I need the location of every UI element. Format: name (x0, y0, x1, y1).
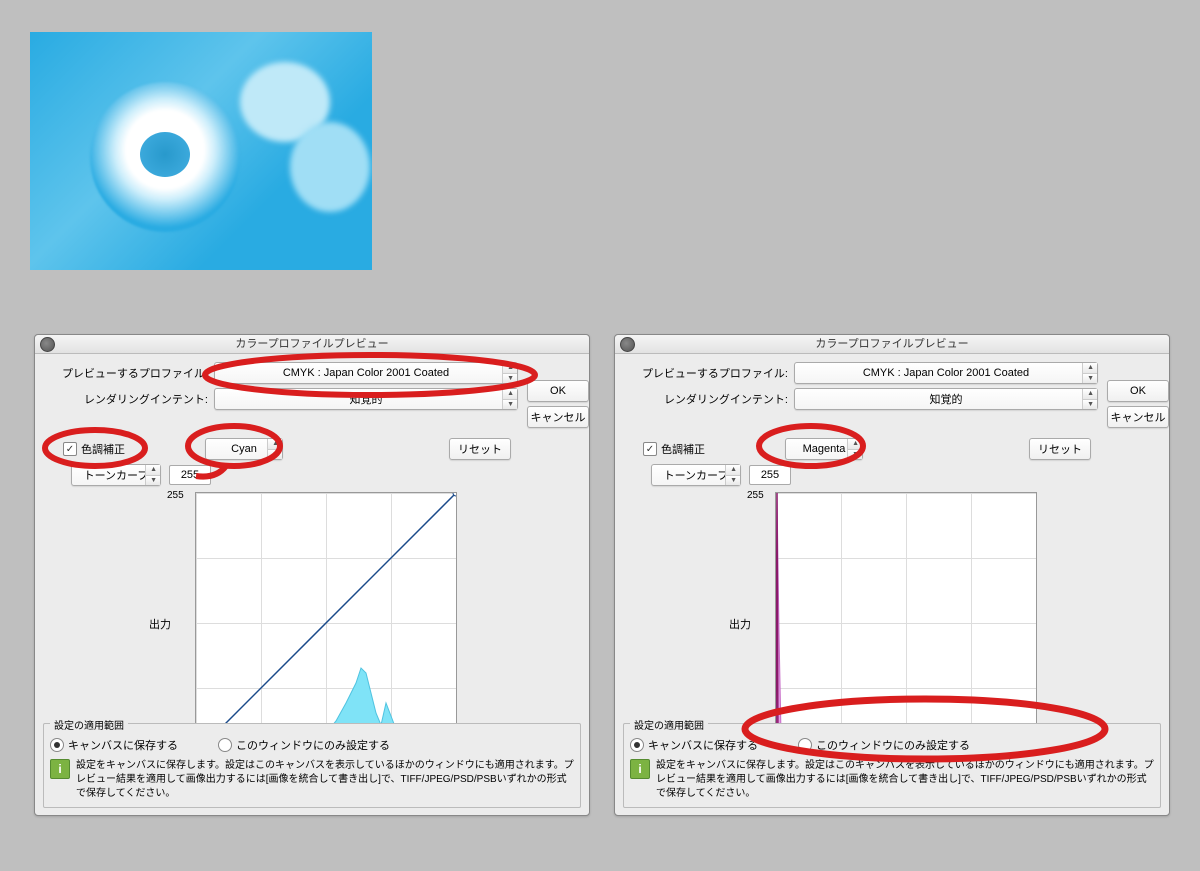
profile-label: プレビューするプロファイル: (623, 365, 794, 381)
tone-curve-dropdown[interactable]: トーンカーブ ▲▼ (651, 464, 741, 486)
info-icon: i (630, 759, 650, 779)
annotation-profile (200, 350, 550, 400)
close-icon[interactable] (40, 337, 55, 352)
annotation-channel-right (756, 424, 876, 472)
intent-value: 知覚的 (930, 391, 963, 407)
info-text: 設定をキャンバスに保存します。設定はこのキャンバスを表示しているほかのウィンドウ… (656, 759, 1154, 801)
profile-value: CMYK : Japan Color 2001 Coated (863, 367, 1029, 379)
dialog-title: カラープロファイルプレビュー (615, 335, 1169, 354)
annotation-tonecorr (40, 426, 150, 470)
tone-correction-label: 色調補正 (661, 441, 705, 457)
reset-button[interactable]: リセット (1029, 438, 1091, 460)
y-axis-label: 出力 (149, 616, 171, 632)
profile-label: プレビューするプロファイル: (43, 365, 214, 381)
info-text: 設定をキャンバスに保存します。設定はこのキャンバスを表示しているほかのウィンドウ… (76, 759, 574, 801)
cancel-button[interactable]: キャンセル (1107, 406, 1169, 428)
color-profile-dialog-left: カラープロファイルプレビュー OK キャンセル プレビューするプロファイル: C… (34, 334, 590, 816)
curve-chart[interactable] (195, 492, 457, 754)
title-text: カラープロファイルプレビュー (235, 338, 388, 350)
save-canvas-label: キャンバスに保存する (68, 737, 178, 753)
title-text: カラープロファイルプレビュー (815, 338, 968, 350)
y-tick-255: 255 (747, 490, 764, 501)
tone-correction-checkbox[interactable]: ✓ (643, 442, 657, 456)
intent-label: レンダリングインテント: (43, 391, 214, 407)
window-only-radio[interactable] (218, 738, 232, 752)
window-only-label: このウィンドウにのみ設定する (236, 737, 390, 753)
save-canvas-radio[interactable] (50, 738, 64, 752)
intent-dropdown[interactable]: 知覚的 ▲▼ (794, 388, 1098, 410)
close-icon[interactable] (620, 337, 635, 352)
cancel-button[interactable]: キャンセル (527, 406, 589, 428)
y-axis-label: 出力 (729, 616, 751, 632)
preview-image (30, 32, 372, 270)
y-tick-255: 255 (167, 490, 184, 501)
save-canvas-radio[interactable] (630, 738, 644, 752)
info-icon: i (50, 759, 70, 779)
ok-button[interactable]: OK (1107, 380, 1169, 402)
intent-label: レンダリングインテント: (623, 391, 794, 407)
settings-scope-title: 設定の適用範囲 (630, 717, 708, 732)
annotation-channel-left (186, 424, 296, 480)
settings-scope-box: 設定の適用範囲 キャンバスに保存する このウィンドウにのみ設定する i 設定をキ… (43, 723, 581, 808)
settings-scope-title: 設定の適用範囲 (50, 717, 128, 732)
tone-curve-label: トーンカーブ (664, 467, 729, 483)
reset-button[interactable]: リセット (449, 438, 511, 460)
annotation-histogram-right (740, 694, 1110, 764)
profile-dropdown[interactable]: CMYK : Japan Color 2001 Coated ▲▼ (794, 362, 1098, 384)
